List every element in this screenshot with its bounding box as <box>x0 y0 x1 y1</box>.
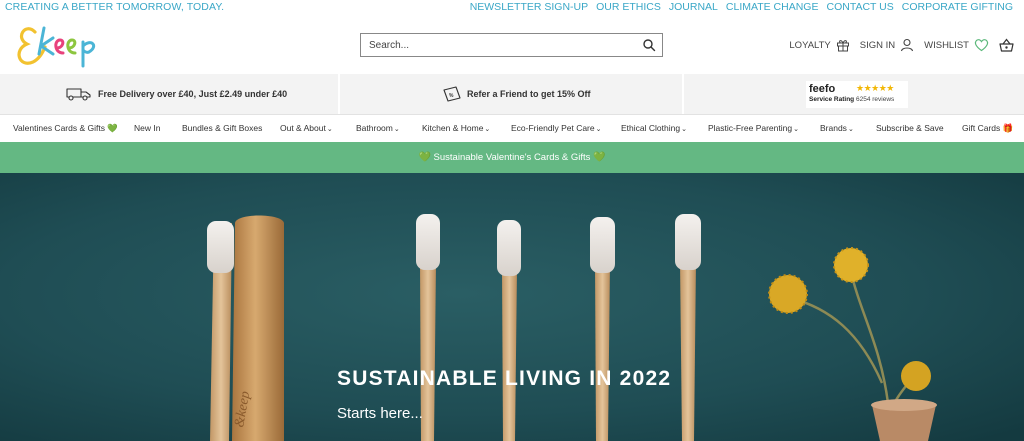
promo-text: Sustainable Valentine's Cards & Gifts <box>433 152 591 163</box>
main-nav: Valentines Cards & Gifts 💚 New In Bundle… <box>0 114 1024 142</box>
gift-icon <box>836 40 849 52</box>
hero-title: SUSTAINABLE LIVING IN 2022 <box>337 367 672 390</box>
chevron-down-icon: ⌄ <box>484 126 491 133</box>
hero-subtitle: Starts here... <box>337 405 423 422</box>
loyalty-label: LOYALTY <box>789 39 831 51</box>
account-links: LOYALTY SIGN IN WISHLIST <box>779 38 1014 52</box>
chevron-down-icon: ⌄ <box>847 126 854 133</box>
tagline: CREATING A BETTER TOMORROW, TODAY. <box>5 1 225 13</box>
nav-item-valentines[interactable]: Valentines Cards & Gifts 💚 <box>13 123 118 134</box>
corporate-gifting-link[interactable]: CORPORATE GIFTING <box>902 1 1013 13</box>
sign-in-link[interactable]: SIGN IN <box>860 38 914 52</box>
feefo-badge[interactable]: feefo ★★★★★ Service Rating 6254 reviews <box>806 81 908 108</box>
newsletter-link[interactable]: NEWSLETTER SIGN-UP <box>470 1 588 13</box>
green-heart-icon: 💚 <box>593 152 606 163</box>
nav-item-subscribe[interactable]: Subscribe & Save <box>876 123 944 133</box>
climate-change-link[interactable]: CLIMATE CHANGE <box>726 1 819 13</box>
nav-item-brands[interactable]: Brands⌄ <box>820 123 854 133</box>
nav-item-parenting[interactable]: Plastic-Free Parenting⌄ <box>708 123 799 133</box>
basket-icon <box>999 38 1014 52</box>
chevron-down-icon: ⌄ <box>393 126 400 133</box>
basket-link[interactable] <box>999 38 1014 52</box>
top-bar: CREATING A BETTER TOMORROW, TODAY. NEWSL… <box>0 0 1024 14</box>
nav-item-ethical-clothing[interactable]: Ethical Clothing⌄ <box>621 123 687 133</box>
delivery-text: Free Delivery over £40, Just £2.49 under… <box>98 89 288 99</box>
heart-icon <box>974 39 989 52</box>
gift-emoji-icon: 🎁 <box>1002 123 1014 133</box>
voucher-icon: % <box>443 86 461 102</box>
loyalty-link[interactable]: LOYALTY <box>789 38 849 52</box>
delivery-usp[interactable]: Free Delivery over £40, Just £2.49 under… <box>66 74 287 114</box>
green-heart-icon: 💚 <box>418 152 431 163</box>
hero-banner[interactable]: &keep SUSTAINABLE LIVING IN 2022 Starts … <box>0 173 1024 441</box>
nav-item-bundles[interactable]: Bundles & Gift Boxes <box>182 123 262 133</box>
rating-stars-icon: ★★★★★ <box>856 83 894 93</box>
refer-text: Refer a Friend to get 15% Off <box>467 89 591 99</box>
top-links: NEWSLETTER SIGN-UP OUR ETHICS JOURNAL CL… <box>470 1 1013 13</box>
chevron-down-icon: ⌄ <box>326 126 333 133</box>
svg-text:%: % <box>449 93 454 99</box>
nav-item-gift-cards[interactable]: Gift Cards 🎁 <box>962 123 1013 134</box>
nav-item-pet-care[interactable]: Eco-Friendly Pet Care⌄ <box>511 123 602 133</box>
promo-text-wrap: 💚 Sustainable Valentine's Cards & Gifts … <box>0 152 1024 163</box>
chevron-down-icon: ⌄ <box>681 126 687 133</box>
feefo-review-count: 6254 reviews <box>856 96 895 103</box>
delivery-truck-icon <box>66 88 91 101</box>
wishlist-label: WISHLIST <box>924 39 969 51</box>
nav-item-new-in[interactable]: New In <box>134 123 160 133</box>
chevron-down-icon: ⌄ <box>793 126 799 133</box>
nav-item-out-about[interactable]: Out & About⌄ <box>280 123 333 133</box>
bamboo-case-image: &keep <box>232 215 284 441</box>
ethics-link[interactable]: OUR ETHICS <box>596 1 661 13</box>
nav-item-kitchen-home[interactable]: Kitchen & Home⌄ <box>422 123 490 133</box>
sign-in-label: SIGN IN <box>859 39 896 51</box>
site-logo[interactable] <box>17 20 109 70</box>
wishlist-link[interactable]: WISHLIST <box>924 38 989 52</box>
feefo-logo: feefo <box>809 83 836 95</box>
search-box[interactable] <box>360 33 663 57</box>
search-input[interactable] <box>361 34 631 56</box>
refer-usp[interactable]: % Refer a Friend to get 15% Off <box>442 74 591 114</box>
header: LOYALTY SIGN IN WISHLIST <box>0 14 1024 74</box>
search-icon[interactable] <box>642 38 656 52</box>
usp-divider <box>682 74 684 114</box>
feefo-rating-label: Service Rating <box>809 96 855 103</box>
green-heart-icon: 💚 <box>107 123 118 133</box>
user-icon <box>901 38 914 52</box>
chevron-down-icon: ⌄ <box>595 126 602 133</box>
contact-link[interactable]: CONTACT US <box>826 1 893 13</box>
promo-banner[interactable]: 💚 Sustainable Valentine's Cards & Gifts … <box>0 142 1024 173</box>
journal-link[interactable]: JOURNAL <box>669 1 718 13</box>
nav-item-bathroom[interactable]: Bathroom⌄ <box>356 123 400 133</box>
hero-image: &keep <box>0 173 1024 441</box>
usp-bar: Free Delivery over £40, Just £2.49 under… <box>0 74 1024 114</box>
usp-divider <box>338 74 340 114</box>
